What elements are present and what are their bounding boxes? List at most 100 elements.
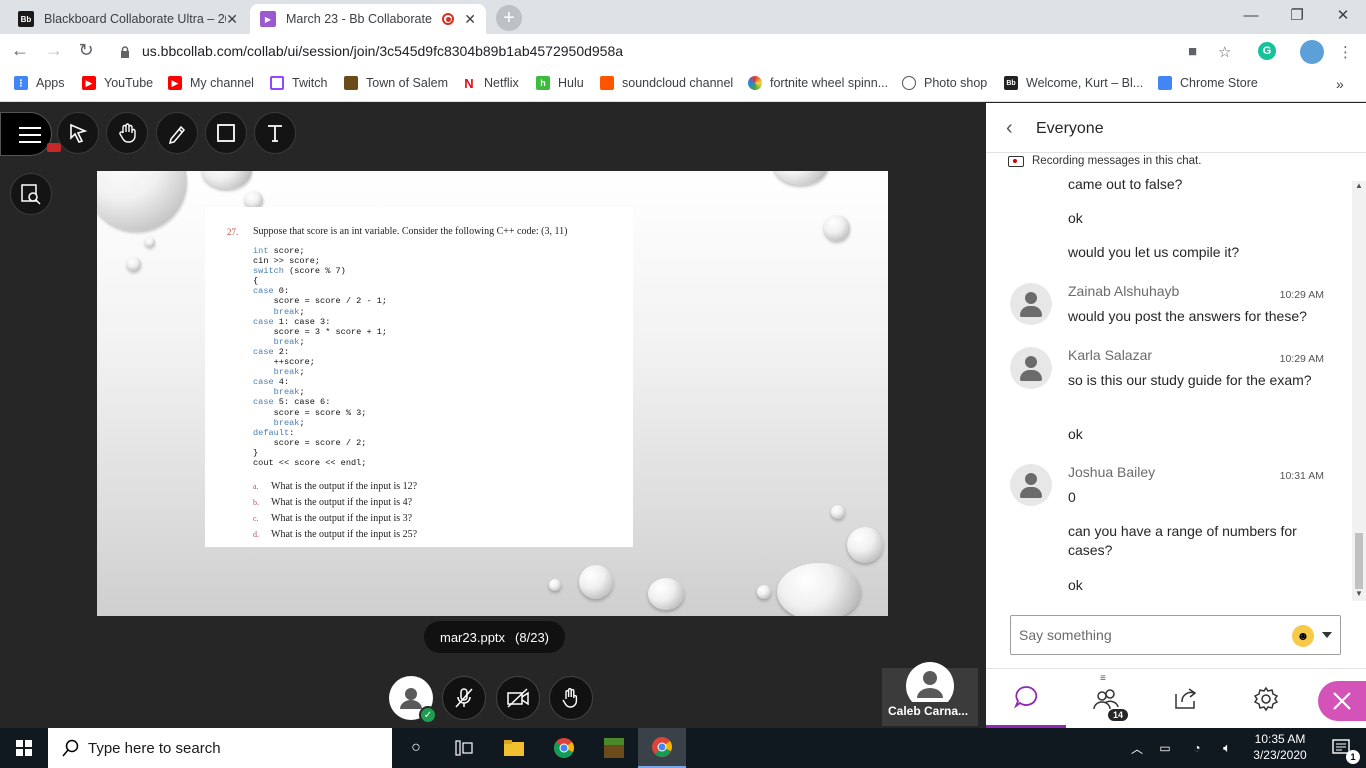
pencil-tool-icon[interactable] — [156, 112, 198, 154]
reload-icon[interactable]: ↻ — [74, 40, 98, 61]
microphone-off-button[interactable] — [442, 676, 486, 720]
notifications-icon[interactable]: 1 — [1318, 728, 1366, 768]
browser-tab-bar: Bb Blackboard Collaborate Ultra – 20 ✕ ▶… — [0, 0, 1366, 34]
chevron-up-icon[interactable]: ︿ — [1124, 728, 1150, 768]
taskbar-search[interactable] — [48, 728, 392, 768]
menu-icon: ≡ — [1100, 673, 1106, 684]
bookmark-soundcloud[interactable]: soundcloud channel — [600, 76, 733, 90]
chat-message: would you let us compile it? — [1068, 244, 1240, 260]
restore-icon[interactable]: ❐ — [1274, 0, 1320, 30]
zoom-view-icon[interactable] — [10, 173, 52, 215]
chrome-icon[interactable] — [540, 728, 588, 768]
chevron-down-icon[interactable] — [1322, 632, 1332, 638]
message-time: 10:31 AM — [1279, 470, 1324, 482]
search-input[interactable] — [88, 739, 368, 757]
bookmark-star-icon[interactable]: ☆ — [1218, 43, 1231, 61]
session-menu-button[interactable] — [0, 112, 61, 156]
browser-menu-icon[interactable]: ⋮ — [1338, 43, 1353, 61]
cortana-icon[interactable]: ○ — [392, 728, 440, 768]
bookmark-chrome-store[interactable]: Chrome Store — [1158, 76, 1258, 90]
chat-tab[interactable] — [986, 669, 1066, 729]
minecraft-icon[interactable] — [590, 728, 638, 768]
tab-blackboard[interactable]: Bb Blackboard Collaborate Ultra – 20 ✕ — [8, 4, 248, 34]
file-explorer-icon[interactable] — [490, 728, 538, 768]
bookmark-label: Twitch — [292, 76, 328, 90]
tab-collaborate[interactable]: ▶ March 23 - Bb Collaborate ✕ — [250, 4, 486, 34]
shape-tool-icon[interactable] — [205, 112, 247, 154]
wifi-icon[interactable]: ◔ — [1184, 728, 1210, 768]
chat-scrollbar[interactable]: ▲ ▼ — [1352, 181, 1366, 601]
taskbar-clock[interactable]: 10:35 AM 3/23/2020 — [1248, 731, 1312, 763]
new-tab-button[interactable]: + — [496, 5, 522, 31]
bookmark-my-channel[interactable]: ▶ My channel — [168, 76, 254, 90]
close-tab-icon[interactable]: ✕ — [464, 11, 476, 28]
text-tool-icon[interactable] — [254, 112, 296, 154]
raise-hand-icon — [562, 688, 578, 708]
volume-icon[interactable]: 🔈︎ — [1214, 728, 1240, 768]
bookmark-welcome-kurt[interactable]: Bb Welcome, Kurt – Bl... — [1004, 76, 1143, 90]
participant-name: Caleb Carna... — [888, 704, 969, 718]
water-drop-decoration — [847, 527, 883, 563]
bookmark-netflix[interactable]: N Netflix — [462, 76, 519, 91]
close-window-icon[interactable]: ✕ — [1320, 0, 1366, 30]
participant-tile[interactable]: Caleb Carna... — [882, 662, 978, 726]
my-status-button[interactable]: ✓ — [389, 676, 437, 724]
camera-off-button[interactable] — [496, 676, 540, 720]
more-bookmarks-icon[interactable]: » — [1336, 76, 1344, 92]
code-line: case 5: case 6: — [253, 397, 331, 408]
back-icon[interactable]: ← — [8, 40, 32, 61]
bookmark-town-of-salem[interactable]: Town of Salem — [344, 76, 448, 90]
recording-indicator-icon — [442, 13, 455, 25]
answer-item: b. What is the output if the input is 4? — [253, 497, 413, 508]
scroll-down-icon[interactable]: ▼ — [1355, 589, 1363, 598]
share-content-tab[interactable] — [1146, 669, 1226, 729]
bookmark-fortnite-wheel[interactable]: fortnite wheel spinn... — [748, 76, 888, 90]
bookmark-youtube[interactable]: ▶ YouTube — [82, 76, 153, 90]
task-view-icon[interactable] — [440, 728, 488, 768]
minimize-icon[interactable]: — — [1228, 0, 1274, 30]
file-name: mar23.pptx — [440, 629, 506, 645]
chat-input[interactable] — [1019, 625, 1279, 645]
pan-hand-icon[interactable] — [106, 112, 148, 154]
battery-icon[interactable]: ▭ — [1152, 728, 1178, 768]
code-line: int score; — [253, 246, 305, 256]
scroll-up-icon[interactable]: ▲ — [1355, 181, 1363, 190]
bookmark-twitch[interactable]: Twitch — [270, 76, 327, 90]
code-line: break; — [273, 367, 305, 378]
chrome-active-icon[interactable] — [638, 728, 686, 768]
grammarly-icon[interactable]: G — [1258, 42, 1276, 60]
question-text: Suppose that score is an int variable. C… — [253, 226, 568, 237]
recording-icon — [1008, 155, 1024, 167]
code-line: case 0: — [253, 286, 290, 297]
windows-start-icon[interactable] — [0, 728, 48, 768]
blackboard-favicon-icon: Bb — [1004, 76, 1018, 90]
water-drop-decoration — [97, 171, 187, 231]
camera-icon[interactable]: ■ — [1188, 43, 1197, 60]
water-drop-decoration — [831, 505, 845, 519]
chat-input-box[interactable]: ☻ — [1010, 615, 1341, 655]
emoji-icon[interactable]: ☻ — [1292, 625, 1314, 647]
settings-tab[interactable] — [1226, 669, 1306, 729]
scrollbar-thumb[interactable] — [1355, 533, 1363, 589]
url-field[interactable]: us.bbcollab.com/collab/ui/session/join/3… — [142, 43, 623, 59]
wheel-icon — [748, 76, 762, 90]
page-counter: (8/23) — [515, 629, 550, 645]
bookmark-photo-shop[interactable]: Photo shop — [902, 76, 987, 90]
close-panel-button[interactable] — [1318, 681, 1366, 721]
raise-hand-button[interactable] — [549, 676, 593, 720]
water-drop-decoration — [202, 171, 252, 189]
bookmark-apps[interactable]: ⋮ Apps — [14, 76, 65, 90]
gear-icon — [1253, 686, 1279, 712]
pointer-tool-icon[interactable] — [57, 112, 99, 154]
chat-message: ok — [1068, 210, 1083, 226]
chevron-left-icon[interactable]: ‹ — [1006, 117, 1013, 140]
tab-title: Blackboard Collaborate Ultra – 20 — [44, 12, 227, 26]
profile-avatar[interactable] — [1300, 40, 1324, 64]
chat-message: ok — [1068, 577, 1083, 593]
participant-avatar-icon — [906, 662, 954, 702]
bookmark-hulu[interactable]: h Hulu — [536, 76, 584, 90]
bookmark-label: Photo shop — [924, 76, 988, 90]
attendees-tab[interactable]: ≡ 14 — [1066, 669, 1146, 729]
forward-icon[interactable]: → — [42, 40, 66, 61]
close-tab-icon[interactable]: ✕ — [226, 11, 238, 28]
